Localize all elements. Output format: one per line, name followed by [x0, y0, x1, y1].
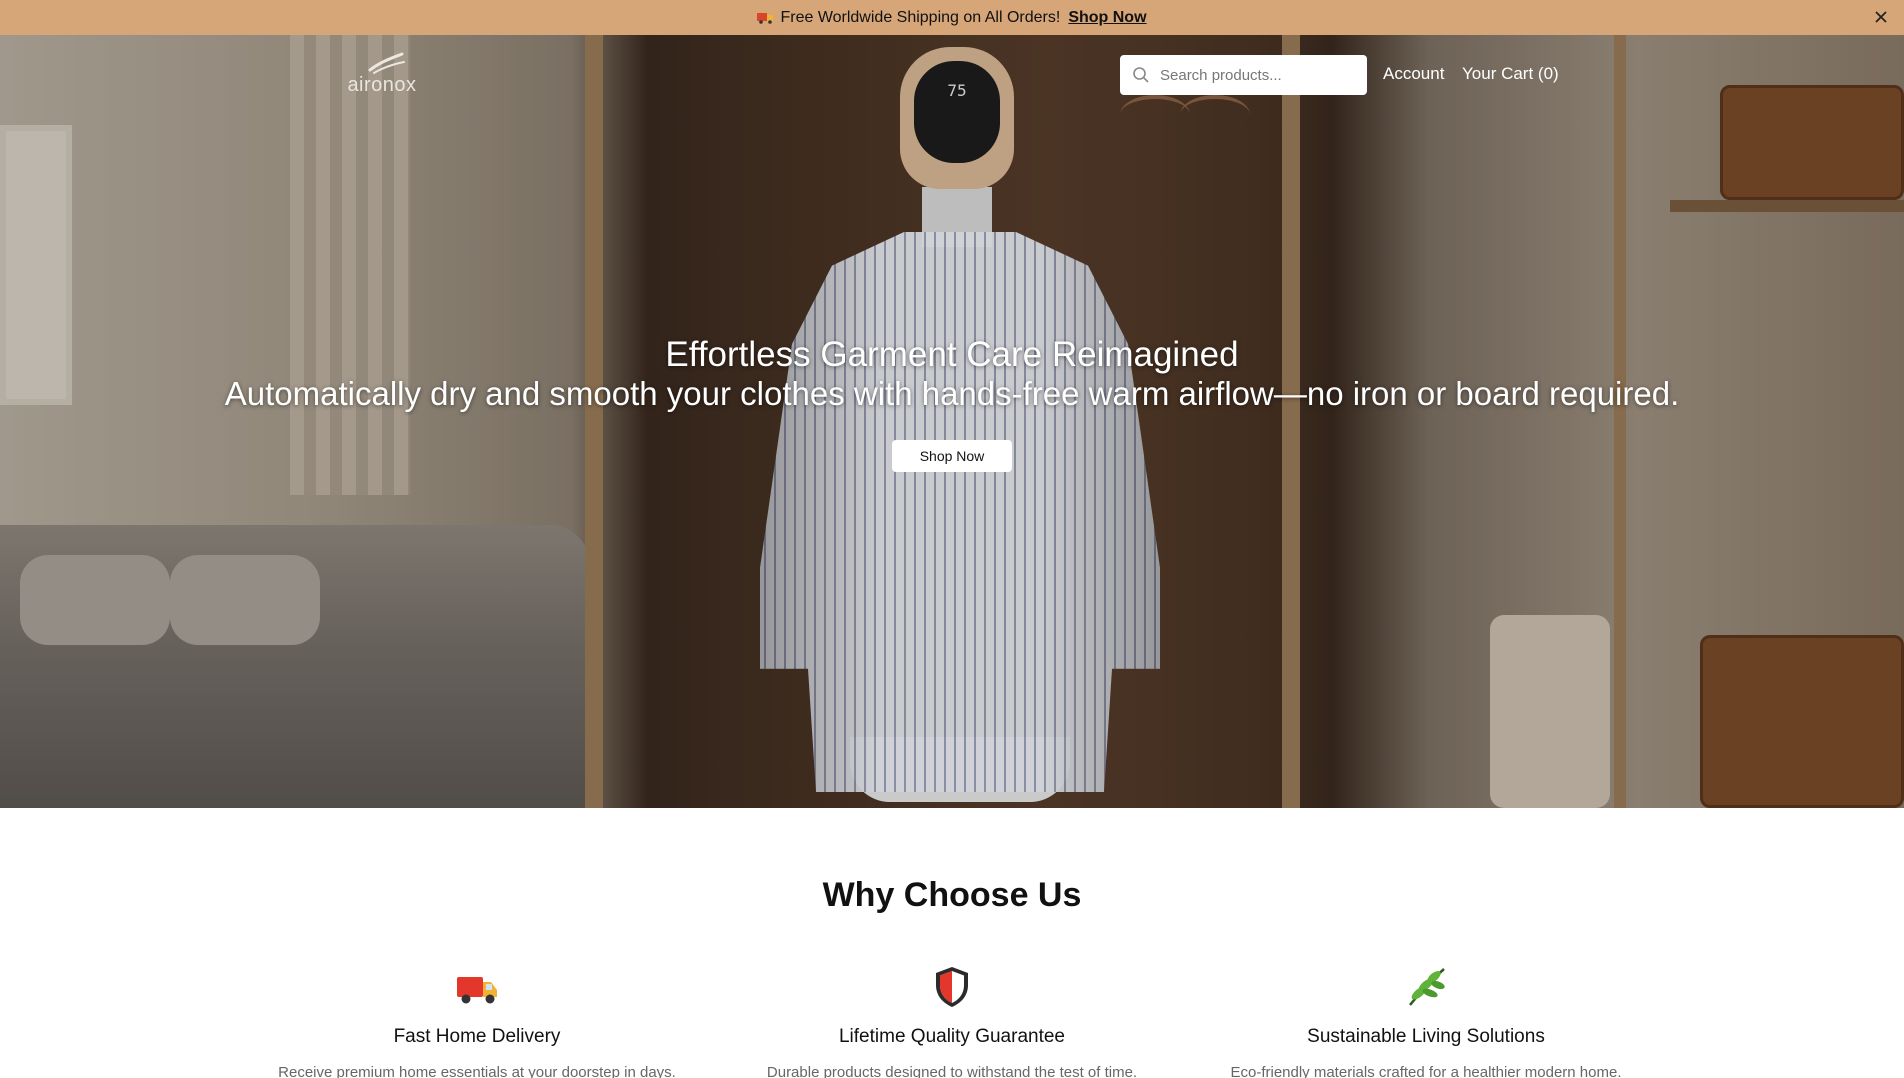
hero-subtitle: Automatically dry and smooth your clothe…	[224, 375, 1680, 412]
search-icon	[1133, 67, 1149, 83]
cart-link[interactable]: Your Cart (0)	[1462, 64, 1559, 84]
hero-title: Effortless Garment Care Reimagined	[665, 335, 1239, 374]
account-link[interactable]: Account	[1383, 64, 1444, 84]
announcement-bar: Free Worldwide Shipping on All Orders! S…	[0, 0, 1904, 35]
feature-description: Eco-friendly materials crafted for a hea…	[1230, 1064, 1622, 1078]
feature-title: Lifetime Quality Guarantee	[838, 1026, 1065, 1047]
hero-overlay	[0, 35, 1904, 808]
announcement-shop-now-link[interactable]: Shop Now	[1068, 9, 1146, 27]
hero-section: 75	[0, 35, 1904, 808]
feature-fast-delivery: Fast Home Delivery Receive premium home …	[257, 965, 697, 1078]
leaf-icon	[1409, 968, 1445, 1006]
hero-shop-now-button[interactable]: Shop Now	[892, 440, 1012, 472]
feature-description: Durable products designed to withstand t…	[766, 1064, 1138, 1078]
logo[interactable]: aironox	[344, 52, 420, 98]
close-icon[interactable]	[1872, 8, 1890, 26]
announcement-text: Free Worldwide Shipping on All Orders!	[780, 8, 1061, 26]
search-bar[interactable]	[1120, 55, 1367, 95]
feature-description: Receive premium home essentials at your …	[278, 1064, 676, 1078]
shield-icon	[936, 967, 968, 1007]
truck-icon	[757, 12, 774, 24]
logo-swoosh-icon	[368, 52, 405, 74]
feature-sustainable: Sustainable Living Solutions Eco-friendl…	[1206, 965, 1646, 1078]
why-choose-us-heading: Why Choose Us	[822, 876, 1082, 914]
feature-title: Sustainable Living Solutions	[1307, 1026, 1545, 1047]
feature-title: Fast Home Delivery	[393, 1026, 561, 1047]
logo-text: aironox	[347, 74, 417, 96]
delivery-truck-icon	[457, 977, 497, 1004]
search-input[interactable]	[1160, 66, 1355, 84]
feature-quality-guarantee: Lifetime Quality Guarantee Durable produ…	[732, 965, 1172, 1078]
